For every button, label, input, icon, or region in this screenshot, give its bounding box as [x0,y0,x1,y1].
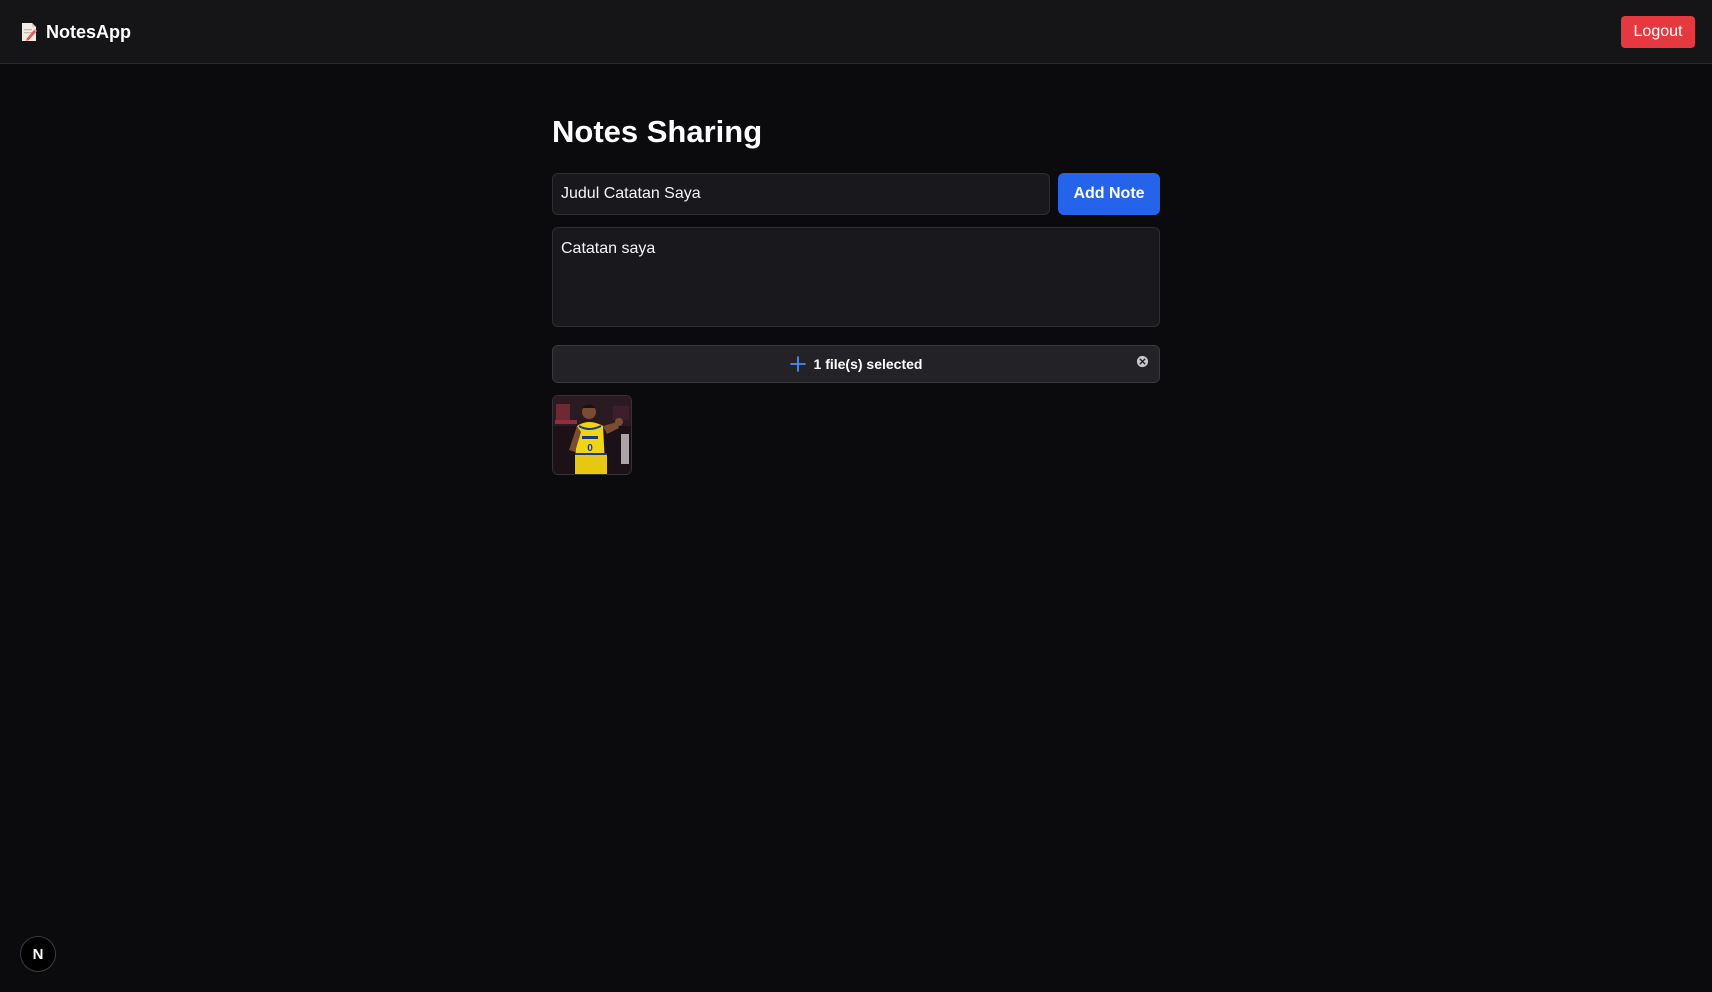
note-content-textarea[interactable]: Catatan saya [552,227,1160,327]
brand[interactable]: NotesApp [20,20,131,44]
image-thumbnail[interactable]: 0 [552,395,632,475]
logout-button[interactable]: Logout [1621,16,1695,48]
next-logo-icon[interactable]: N [20,936,56,972]
add-note-button[interactable]: Add Note [1058,173,1160,215]
navbar: NotesApp Logout [0,0,1712,64]
basketball-player-photo: 0 [553,396,631,474]
dev-badge-label: N [32,945,44,963]
page-title: Notes Sharing [552,114,763,149]
note-title-input[interactable] [552,173,1050,215]
notepad-icon [22,23,37,41]
file-count-label: 1 file(s) selected [813,356,923,372]
plus-icon [789,356,806,372]
close-circle-icon[interactable] [1136,355,1149,368]
svg-text:0: 0 [587,443,593,454]
file-upload-dropzone[interactable]: 1 file(s) selected [552,345,1160,383]
brand-name: NotesApp [46,21,131,42]
